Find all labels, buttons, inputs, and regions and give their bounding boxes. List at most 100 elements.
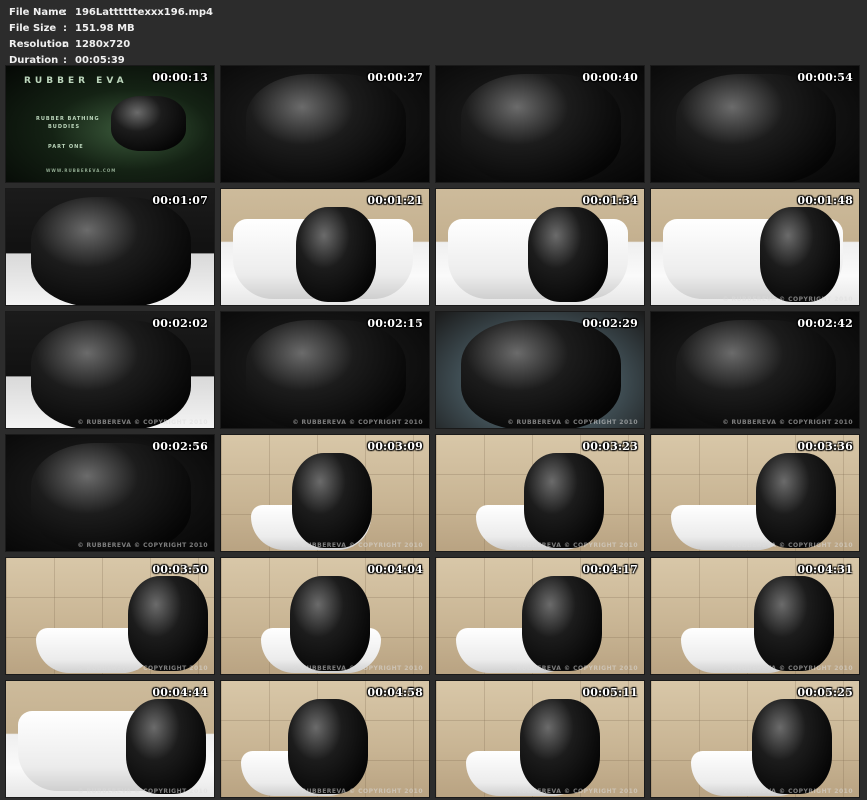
watermark: © RUBBEREVA © COPYRIGHT 2010 xyxy=(722,665,853,672)
watermark: © RUBBEREVA © COPYRIGHT 2010 xyxy=(722,788,853,795)
video-thumbnail: 00:02:29 © RUBBEREVA © COPYRIGHT 2010 xyxy=(435,311,645,429)
figure-shape xyxy=(524,453,604,548)
watermark: © RUBBEREVA © COPYRIGHT 2010 xyxy=(722,419,853,426)
video-thumbnail: 00:03:09 © RUBBEREVA © COPYRIGHT 2010 xyxy=(220,434,430,552)
figure-shape xyxy=(520,699,600,794)
figure-shape xyxy=(522,576,602,671)
figure-shape xyxy=(292,453,372,548)
video-thumbnail: 00:04:44 © RUBBEREVA © COPYRIGHT 2010 xyxy=(5,680,215,798)
separator: : xyxy=(63,23,67,34)
watermark: © RUBBEREVA © COPYRIGHT 2010 xyxy=(507,419,638,426)
timestamp: 00:02:15 xyxy=(367,317,423,330)
title-card-part: PART ONE xyxy=(48,144,84,150)
timestamp: 00:02:56 xyxy=(152,440,208,453)
contact-sheet: File Name : 196Lattttttexxx196.mp4 File … xyxy=(0,0,867,800)
timestamp: 00:00:13 xyxy=(152,71,208,84)
file-size-row: File Size : 151.98 MB xyxy=(9,21,213,37)
video-thumbnail: 00:02:15 © RUBBEREVA © COPYRIGHT 2010 xyxy=(220,311,430,429)
resolution-value: 1280x720 xyxy=(75,39,131,50)
file-name-row: File Name : 196Lattttttexxx196.mp4 xyxy=(9,5,213,21)
watermark: © RUBBEREVA © COPYRIGHT 2010 xyxy=(507,665,638,672)
video-thumbnail: 00:05:25 © RUBBEREVA © COPYRIGHT 2010 xyxy=(650,680,860,798)
timestamp: 00:05:25 xyxy=(797,686,853,699)
video-thumbnail: 00:04:58 © RUBBEREVA © COPYRIGHT 2010 xyxy=(220,680,430,798)
video-thumbnail: 00:01:07 xyxy=(5,188,215,306)
figure-shape xyxy=(676,74,836,182)
separator: : xyxy=(63,7,67,18)
timestamp: 00:04:04 xyxy=(367,563,423,576)
timestamp: 00:00:54 xyxy=(797,71,853,84)
video-thumbnail: 00:04:17 © RUBBEREVA © COPYRIGHT 2010 xyxy=(435,557,645,675)
timestamp: 00:03:09 xyxy=(367,440,423,453)
video-thumbnail: RUBBER EVA RUBBER BATHING BUDDIES PART ONE W… xyxy=(5,65,215,183)
video-thumbnail: 00:00:54 xyxy=(650,65,860,183)
figure-shape xyxy=(31,443,191,551)
title-card-subtitle: BUDDIES xyxy=(48,124,81,130)
timestamp: 00:00:27 xyxy=(367,71,423,84)
figure-shape xyxy=(296,207,376,302)
timestamp: 00:02:29 xyxy=(582,317,638,330)
file-name-value: 196Lattttttexxx196.mp4 xyxy=(75,7,214,18)
figure-shape xyxy=(760,207,840,302)
figure-shape xyxy=(111,96,186,151)
timestamp: 00:05:11 xyxy=(582,686,638,699)
timestamp: 00:01:48 xyxy=(797,194,853,207)
figure-shape xyxy=(752,699,832,794)
resolution-row: Resolution : 1280x720 xyxy=(9,37,213,53)
video-thumbnail: 00:01:21 xyxy=(220,188,430,306)
watermark: © RUBBEREVA © COPYRIGHT 2010 xyxy=(77,788,208,795)
timestamp: 00:03:36 xyxy=(797,440,853,453)
watermark: © RUBBEREVA © COPYRIGHT 2010 xyxy=(722,296,853,303)
video-thumbnail: 00:02:02 © RUBBEREVA © COPYRIGHT 2010 xyxy=(5,311,215,429)
figure-shape xyxy=(246,320,406,428)
video-thumbnail: 00:00:27 xyxy=(220,65,430,183)
timestamp: 00:03:50 xyxy=(152,563,208,576)
thumbnail-grid: RUBBER EVA RUBBER BATHING BUDDIES PART ONE W… xyxy=(5,65,862,798)
video-thumbnail: 00:02:42 © RUBBEREVA © COPYRIGHT 2010 xyxy=(650,311,860,429)
file-size-value: 151.98 MB xyxy=(75,23,135,34)
watermark: © RUBBEREVA © COPYRIGHT 2010 xyxy=(77,542,208,549)
timestamp: 00:04:31 xyxy=(797,563,853,576)
watermark: © RUBBEREVA © COPYRIGHT 2010 xyxy=(292,788,423,795)
watermark: © RUBBEREVA © COPYRIGHT 2010 xyxy=(292,419,423,426)
watermark: © RUBBEREVA © COPYRIGHT 2010 xyxy=(292,665,423,672)
figure-shape xyxy=(290,576,370,671)
timestamp: 00:04:17 xyxy=(582,563,638,576)
video-thumbnail: 00:00:40 xyxy=(435,65,645,183)
timestamp: 00:00:40 xyxy=(582,71,638,84)
figure-shape xyxy=(31,320,191,428)
timestamp: 00:01:07 xyxy=(152,194,208,207)
figure-shape xyxy=(246,74,406,182)
title-card-site: WWW.RUBBEREVA.COM xyxy=(46,168,117,173)
timestamp: 00:02:42 xyxy=(797,317,853,330)
video-thumbnail: 00:04:04 © RUBBEREVA © COPYRIGHT 2010 xyxy=(220,557,430,675)
video-thumbnail: 00:03:23 © RUBBEREVA © COPYRIGHT 2010 xyxy=(435,434,645,552)
resolution-label: Resolution xyxy=(9,39,70,50)
watermark: © RUBBEREVA © COPYRIGHT 2010 xyxy=(722,542,853,549)
figure-shape xyxy=(754,576,834,671)
figure-shape xyxy=(676,320,836,428)
watermark: © RUBBEREVA © COPYRIGHT 2010 xyxy=(507,542,638,549)
video-thumbnail: 00:05:11 © RUBBEREVA © COPYRIGHT 2010 xyxy=(435,680,645,798)
file-info-header: File Name : 196Lattttttexxx196.mp4 File … xyxy=(9,5,213,69)
figure-shape xyxy=(461,320,621,428)
figure-shape xyxy=(31,197,191,305)
figure-shape xyxy=(756,453,836,548)
figure-shape xyxy=(128,576,208,671)
watermark: © RUBBEREVA © COPYRIGHT 2010 xyxy=(507,788,638,795)
timestamp: 00:03:23 xyxy=(582,440,638,453)
figure-shape xyxy=(288,699,368,794)
timestamp: 00:04:58 xyxy=(367,686,423,699)
video-thumbnail: 00:01:34 xyxy=(435,188,645,306)
video-thumbnail: 00:04:31 © RUBBEREVA © COPYRIGHT 2010 xyxy=(650,557,860,675)
timestamp: 00:01:21 xyxy=(367,194,423,207)
file-size-label: File Size xyxy=(9,23,57,34)
separator: : xyxy=(63,39,67,50)
figure-shape xyxy=(461,74,621,182)
watermark: © RUBBEREVA © COPYRIGHT 2010 xyxy=(77,419,208,426)
timestamp: 00:01:34 xyxy=(582,194,638,207)
figure-shape xyxy=(528,207,608,302)
video-thumbnail: 00:03:36 © RUBBEREVA © COPYRIGHT 2010 xyxy=(650,434,860,552)
title-card-subtitle: RUBBER BATHING xyxy=(36,116,100,122)
title-card-brand: RUBBER EVA xyxy=(24,76,128,86)
